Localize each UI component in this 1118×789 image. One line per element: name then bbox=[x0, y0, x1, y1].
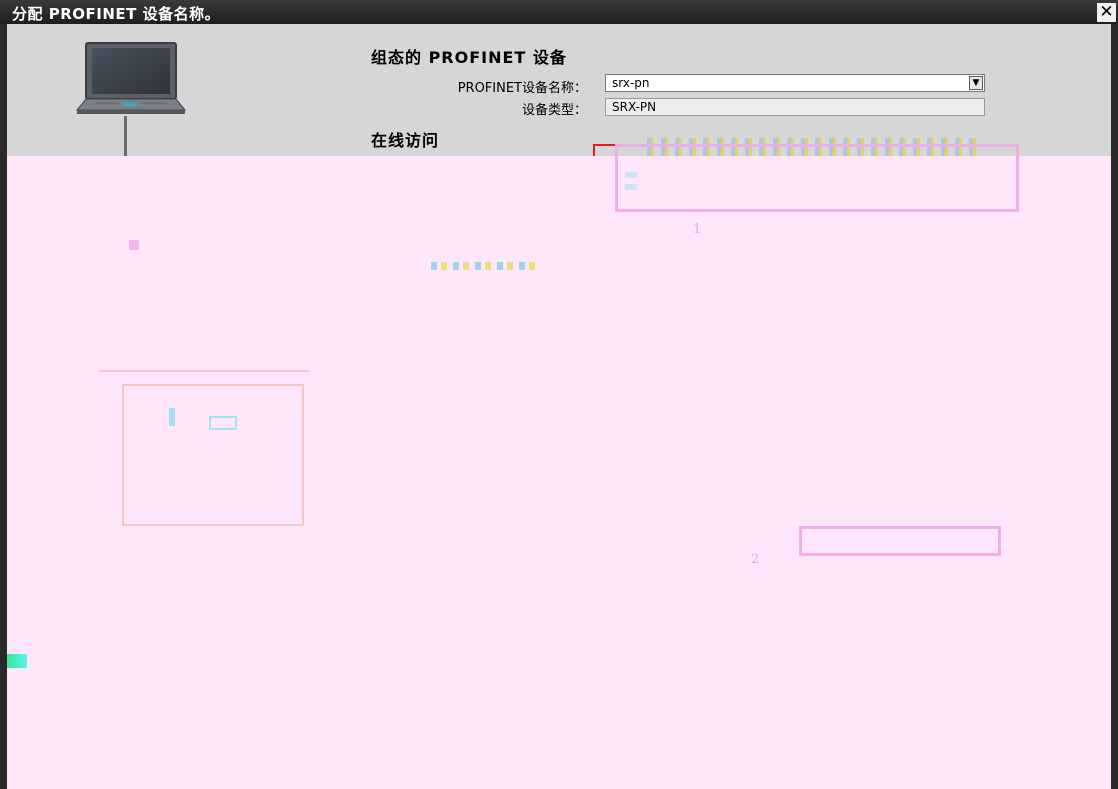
device-type-label: 设备类型： bbox=[521, 103, 587, 118]
artifact-mark bbox=[169, 408, 175, 426]
chevron-down-icon[interactable]: ▼ bbox=[969, 76, 983, 90]
device-type-field: SRX-PN bbox=[605, 98, 985, 116]
callout-box-1 bbox=[615, 144, 1019, 212]
artifact-line bbox=[99, 370, 309, 372]
callout-number-1: 1 bbox=[693, 222, 702, 237]
artifact-mark bbox=[209, 416, 237, 430]
callout-number-2: 2 bbox=[751, 552, 760, 567]
configured-device-panel: 组态的 PROFINET 设备 PROFINET设备名称： srx-pn ▼ 设… bbox=[7, 24, 1111, 158]
artifact-mark bbox=[625, 172, 637, 178]
corrupted-region: 1 2 bbox=[7, 144, 1111, 789]
dialog-title: 分配 PROFINET 设备名称。 bbox=[12, 5, 221, 23]
artifact-strip bbox=[431, 262, 541, 270]
dialog-title-bar: 分配 PROFINET 设备名称。 ✕ bbox=[0, 0, 1118, 24]
artifact-mark bbox=[625, 184, 637, 190]
close-button[interactable]: ✕ bbox=[1097, 3, 1116, 22]
network-cable-line bbox=[124, 116, 127, 156]
dialog-frame-left bbox=[0, 24, 7, 789]
laptop-icon bbox=[75, 42, 187, 114]
callout-box-2 bbox=[799, 526, 1001, 556]
dialog-frame-right bbox=[1111, 24, 1118, 789]
online-access-heading: 在线访问 bbox=[371, 131, 440, 150]
device-name-value: srx-pn bbox=[612, 76, 650, 90]
callout-frame bbox=[122, 384, 304, 526]
device-name-label: PROFINET设备名称： bbox=[457, 81, 587, 96]
device-name-dropdown[interactable]: srx-pn ▼ bbox=[605, 74, 985, 92]
artifact-mark bbox=[7, 654, 27, 668]
close-icon: ✕ bbox=[1099, 2, 1114, 22]
configured-device-heading: 组态的 PROFINET 设备 bbox=[371, 48, 567, 67]
artifact-mark bbox=[129, 240, 139, 250]
device-type-value: SRX-PN bbox=[612, 100, 657, 114]
